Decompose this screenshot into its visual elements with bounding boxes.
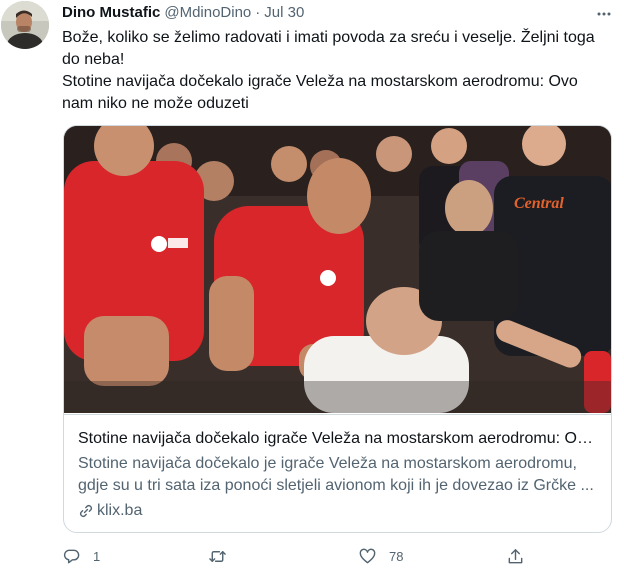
- tweet-actions: 1 78: [62, 545, 525, 567]
- card-domain[interactable]: klix.ba: [78, 500, 597, 522]
- tweet-header: Dino Mustafic @MdinoDino · Jul 30: [62, 4, 304, 24]
- share-icon: [508, 548, 523, 563]
- reply-button[interactable]: 1: [62, 545, 100, 567]
- card-image[interactable]: Central: [64, 126, 611, 413]
- separator-dot: ·: [255, 4, 261, 21]
- author-name[interactable]: Dino Mustafic: [62, 4, 160, 21]
- tweet-date[interactable]: Jul 30: [264, 4, 304, 21]
- author-handle[interactable]: @MdinoDino: [164, 4, 251, 21]
- retweet-button[interactable]: [208, 545, 239, 567]
- card-body[interactable]: Stotine navijača dočekalo igrače Veleža …: [64, 414, 611, 532]
- like-button[interactable]: 78: [358, 545, 403, 567]
- tweet-text-line: Stotine navijača dočekalo igrače Veleža …: [62, 73, 578, 112]
- reply-count: 1: [93, 548, 101, 564]
- reply-icon: [63, 549, 80, 563]
- avatar-image: [1, 1, 49, 49]
- like-count: 78: [389, 548, 404, 564]
- tweet[interactable]: Dino Mustafic @MdinoDino · Jul 30 Bože, …: [0, 0, 624, 572]
- shirt-text: Central: [514, 195, 564, 212]
- share-button[interactable]: [506, 545, 525, 567]
- more-icon[interactable]: [596, 6, 612, 22]
- card-domain-text[interactable]: klix.ba: [97, 500, 142, 522]
- retweet-icon: [209, 550, 226, 562]
- heart-icon: [359, 548, 376, 563]
- card-title[interactable]: Stotine navijača dočekalo igrače Veleža …: [78, 428, 597, 450]
- link-card[interactable]: Central Stotine navijača dočekalo igrače…: [63, 125, 612, 533]
- tweet-text-line: Bože, koliko se želimo radovati i imati …: [62, 29, 595, 68]
- tweet-text: Bože, koliko se želimo radovati i imati …: [62, 27, 602, 115]
- card-description: Stotine navijača dočekalo je igrače Vele…: [78, 455, 594, 494]
- link-icon: [79, 504, 93, 518]
- avatar[interactable]: [1, 1, 49, 49]
